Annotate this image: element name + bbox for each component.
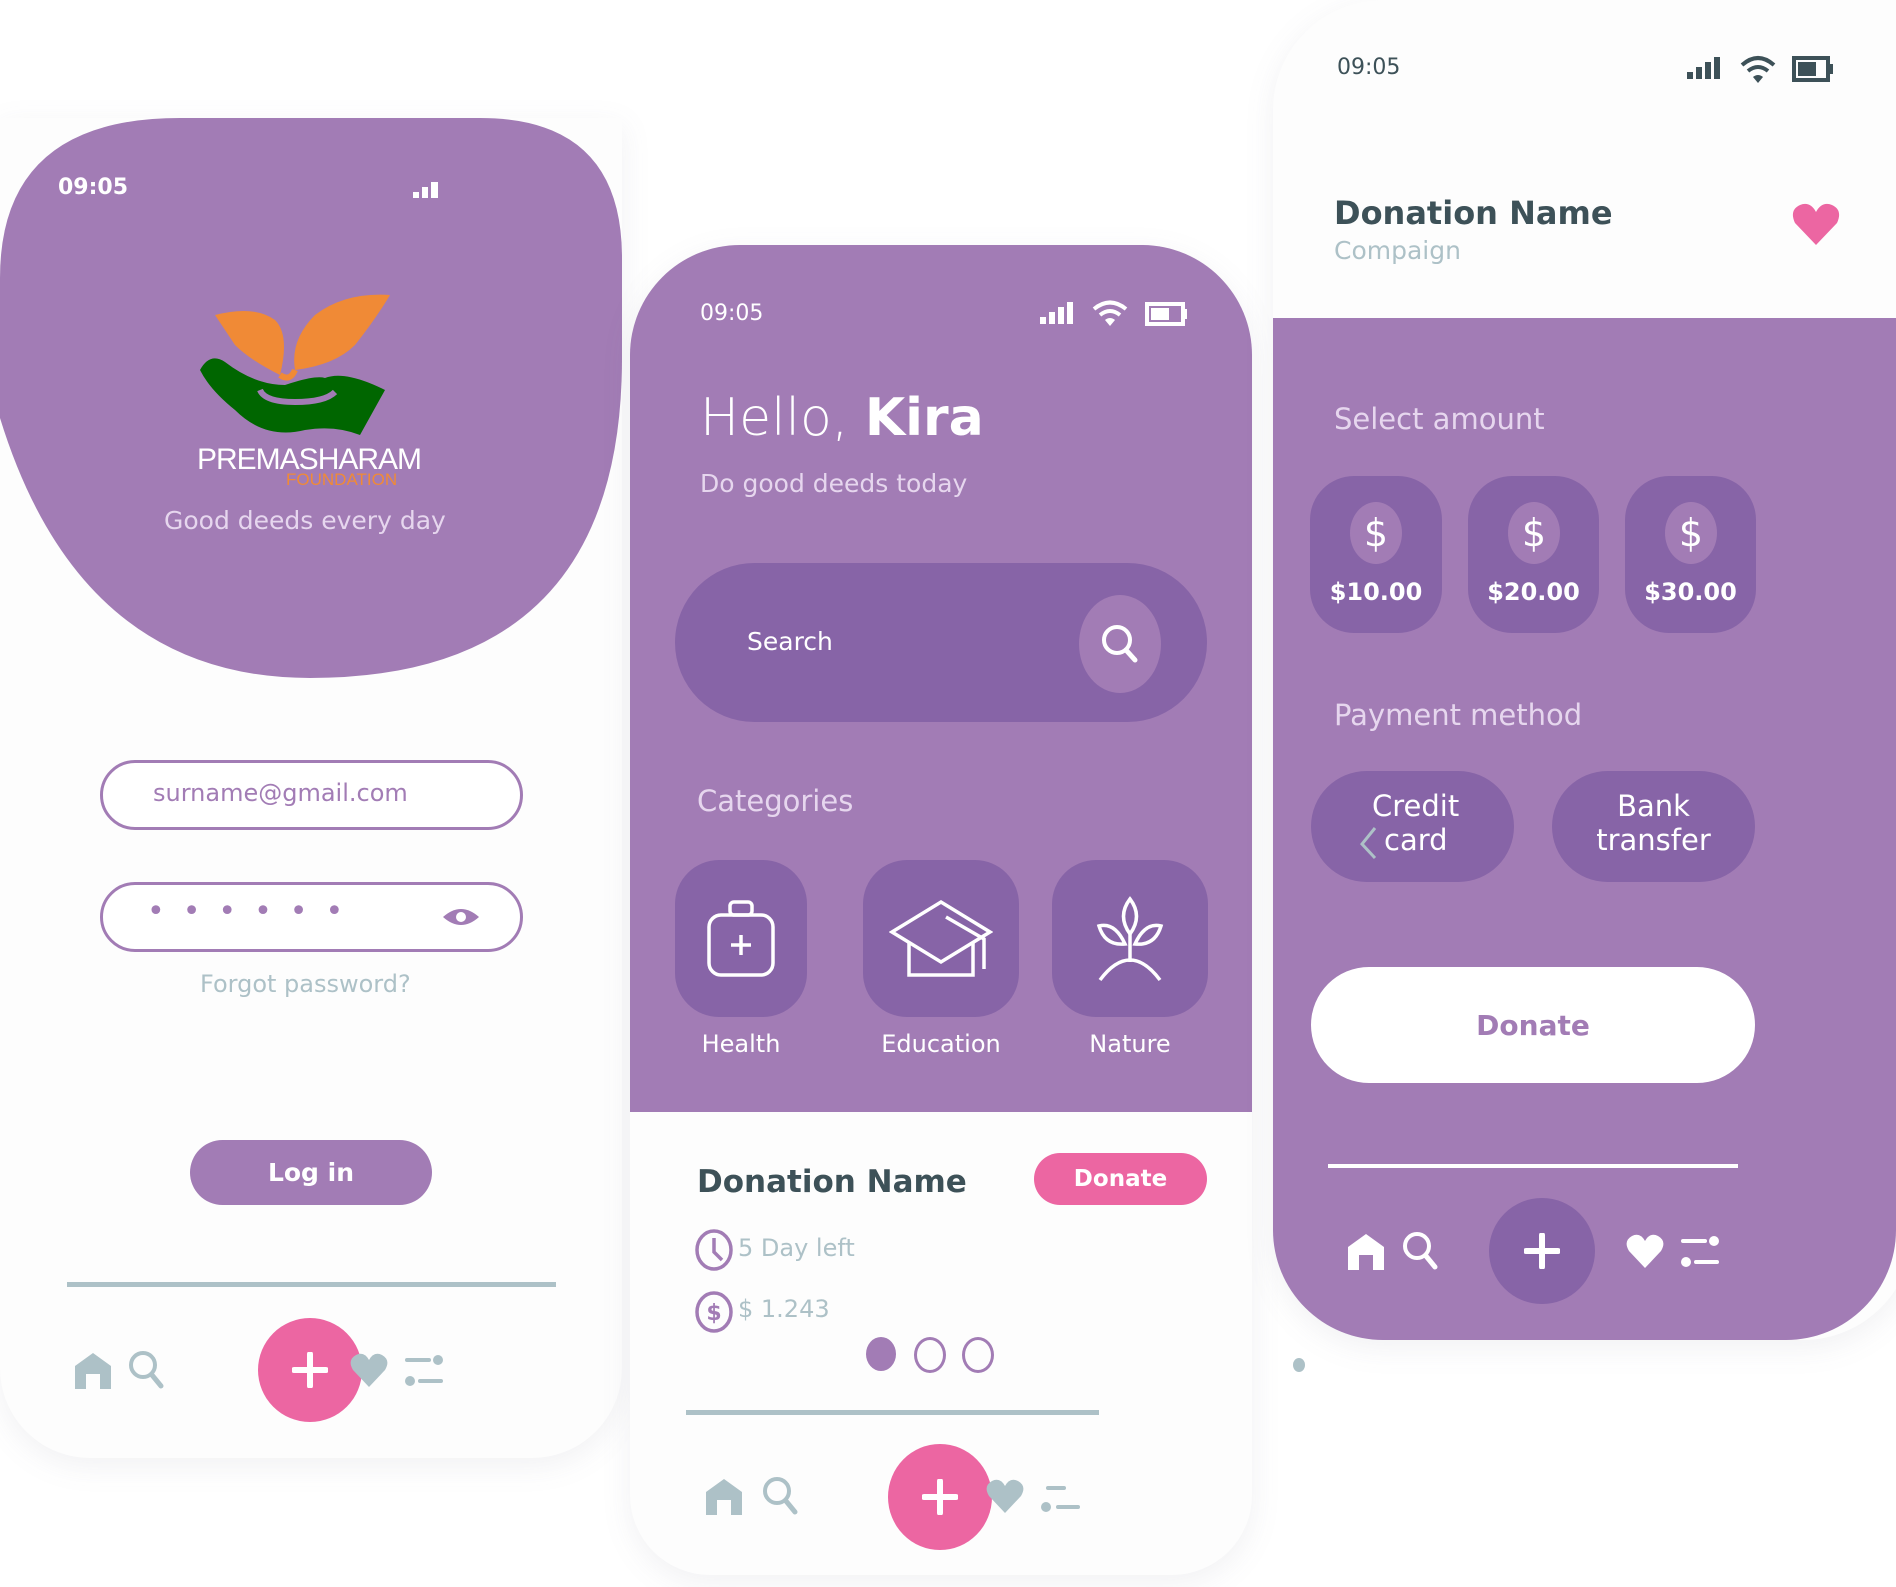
brand-subtitle: FOUNDATION bbox=[286, 470, 398, 489]
campaign-subtitle: Compaign bbox=[1334, 236, 1461, 265]
nav-divider bbox=[1328, 1164, 1738, 1168]
filter-icon[interactable] bbox=[1680, 1235, 1720, 1269]
signal-icon bbox=[1687, 57, 1720, 79]
graduation-cap-icon bbox=[889, 899, 993, 977]
search-icon[interactable] bbox=[128, 1350, 164, 1390]
donate-submit-button[interactable]: Donate bbox=[1311, 967, 1755, 1083]
donate-submit-label: Donate bbox=[1476, 1008, 1590, 1042]
category-health-label: Health bbox=[701, 1030, 781, 1058]
plant-icon bbox=[1096, 895, 1164, 981]
donate-button[interactable]: Donate bbox=[1034, 1153, 1207, 1205]
categories-title: Categories bbox=[697, 784, 854, 818]
amount-label: $20.00 bbox=[1487, 578, 1580, 606]
pager-dot[interactable] bbox=[962, 1337, 994, 1373]
nav-divider bbox=[686, 1410, 1099, 1415]
filter-icon[interactable] bbox=[1040, 1482, 1080, 1516]
home-icon[interactable] bbox=[74, 1352, 112, 1390]
category-nature[interactable] bbox=[1052, 860, 1208, 1017]
plus-icon bbox=[292, 1352, 328, 1388]
amount-option[interactable]: $ $10.00 bbox=[1310, 476, 1442, 633]
wifi-icon bbox=[1740, 56, 1776, 83]
payment-credit-line1: Credit bbox=[1372, 789, 1460, 823]
login-button-label: Log in bbox=[267, 1158, 355, 1187]
email-field[interactable]: surname@gmail.com bbox=[100, 760, 523, 830]
tagline: Good deeds every day bbox=[164, 506, 446, 535]
status-time: 09:05 bbox=[58, 175, 129, 200]
forgot-password-link[interactable]: Forgot password? bbox=[200, 970, 411, 998]
dollar-icon: $ bbox=[1508, 502, 1560, 564]
greeting-prefix: Hello, bbox=[700, 388, 849, 448]
payment-bank-line2: transfer bbox=[1596, 823, 1711, 857]
dollar-circle-icon: $ bbox=[695, 1291, 733, 1333]
add-button[interactable] bbox=[258, 1318, 362, 1422]
payment-bank-line1: Bank bbox=[1617, 789, 1690, 823]
search-bar[interactable]: Search bbox=[675, 563, 1207, 722]
search-input[interactable]: Search bbox=[747, 627, 833, 656]
category-nature-label: Nature bbox=[1089, 1030, 1171, 1058]
status-time: 09:05 bbox=[1337, 55, 1401, 80]
home-icon[interactable] bbox=[705, 1478, 743, 1516]
pager-dot[interactable] bbox=[914, 1337, 946, 1373]
chevron-left-icon bbox=[1360, 827, 1377, 860]
heart-icon[interactable] bbox=[986, 1478, 1024, 1514]
pager-dots bbox=[866, 1337, 1016, 1373]
favorite-heart-icon[interactable] bbox=[1792, 202, 1840, 246]
search-icon[interactable] bbox=[762, 1476, 798, 1516]
password-field[interactable]: •••••• bbox=[100, 882, 523, 952]
plus-icon bbox=[922, 1479, 958, 1515]
nav-divider bbox=[67, 1282, 556, 1287]
heart-icon[interactable] bbox=[1626, 1233, 1664, 1269]
campaign-title: Donation Name bbox=[1334, 194, 1613, 232]
search-icon[interactable] bbox=[1402, 1231, 1438, 1271]
payment-bank-transfer[interactable]: Bank transfer bbox=[1552, 771, 1755, 882]
category-health[interactable] bbox=[675, 860, 807, 1017]
dollar-icon: $ bbox=[1350, 502, 1402, 564]
category-education[interactable] bbox=[863, 860, 1019, 1017]
medical-kit-icon bbox=[707, 899, 775, 977]
filter-icon[interactable] bbox=[404, 1354, 444, 1388]
page-indicator-dot bbox=[1293, 1358, 1305, 1372]
raised-amount: $ 1.243 bbox=[738, 1295, 830, 1323]
plus-icon bbox=[1524, 1233, 1560, 1269]
donate-button-label: Donate bbox=[1073, 1166, 1168, 1192]
status-time: 09:05 bbox=[700, 301, 764, 326]
battery-icon bbox=[1792, 56, 1833, 82]
password-value: •••••• bbox=[147, 894, 362, 929]
select-amount-title: Select amount bbox=[1334, 402, 1545, 436]
login-button[interactable]: Log in bbox=[190, 1140, 432, 1205]
search-icon bbox=[1102, 625, 1138, 663]
wifi-icon bbox=[1092, 300, 1128, 326]
heart-icon[interactable] bbox=[350, 1352, 388, 1388]
signal-icon bbox=[413, 182, 438, 198]
days-left: 5 Day left bbox=[738, 1234, 855, 1262]
amount-option[interactable]: $ $20.00 bbox=[1468, 476, 1599, 633]
logo-icon bbox=[200, 294, 390, 435]
email-value: surname@gmail.com bbox=[153, 779, 408, 807]
clock-icon bbox=[695, 1229, 733, 1271]
payment-method-title: Payment method bbox=[1334, 698, 1583, 732]
greeting-subtitle: Do good deeds today bbox=[700, 469, 968, 498]
eye-icon[interactable] bbox=[441, 905, 481, 929]
battery-icon bbox=[1145, 302, 1187, 326]
category-education-label: Education bbox=[881, 1030, 1001, 1058]
add-button[interactable] bbox=[888, 1444, 992, 1550]
donation-name: Donation Name bbox=[697, 1164, 967, 1200]
home-icon[interactable] bbox=[1347, 1233, 1385, 1271]
greeting-name: Kira bbox=[864, 388, 984, 448]
add-button[interactable] bbox=[1489, 1198, 1595, 1304]
signal-icon bbox=[1040, 302, 1073, 324]
svg-text:$: $ bbox=[706, 1301, 721, 1326]
payment-credit-line2: card bbox=[1384, 823, 1448, 857]
amount-option[interactable]: $ $30.00 bbox=[1625, 476, 1756, 633]
greeting: Hello, Kira bbox=[700, 388, 984, 448]
amount-label: $30.00 bbox=[1644, 578, 1737, 606]
amount-label: $10.00 bbox=[1329, 578, 1423, 606]
payment-credit-card[interactable]: Credit card bbox=[1311, 771, 1514, 882]
search-button[interactable] bbox=[1079, 595, 1161, 693]
dollar-icon: $ bbox=[1665, 502, 1717, 564]
pager-dot-active[interactable] bbox=[866, 1337, 896, 1371]
